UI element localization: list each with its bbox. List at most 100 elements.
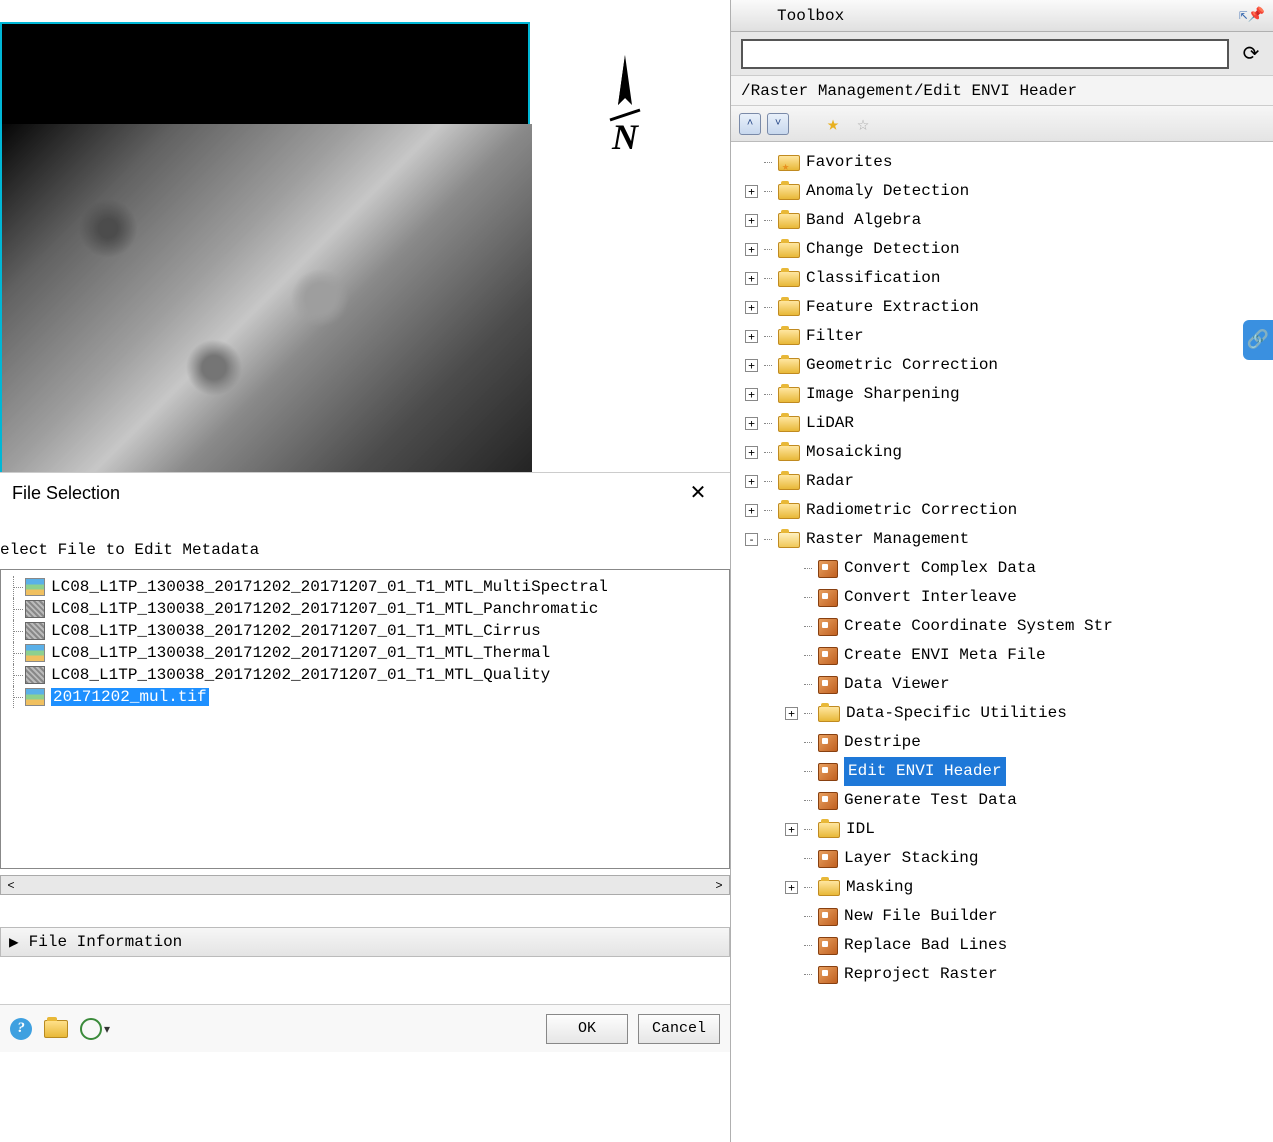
history-icon[interactable] [80,1018,102,1040]
pin-icon[interactable]: ⇱📌 [1239,7,1265,24]
search-input[interactable] [741,39,1229,69]
tree-item[interactable]: + Filter [735,322,1269,351]
tree-item[interactable]: +Feature Extraction [735,293,1269,322]
expand-icon[interactable]: + [785,881,798,894]
side-tab-icon[interactable]: 🔗 [1243,320,1273,360]
file-information-header[interactable]: ▶ File Information [0,927,730,957]
help-icon[interactable]: ? [10,1018,32,1040]
expand-icon[interactable]: + [785,707,798,720]
tree-item[interactable]: +Image Sharpening [735,380,1269,409]
expand-icon[interactable]: + [745,446,758,459]
tree-item[interactable]: +Change Detection [735,235,1269,264]
expand-icon[interactable]: + [745,504,758,517]
tree-item[interactable]: +LiDAR [735,409,1269,438]
expand-icon[interactable]: + [785,823,798,836]
folder-icon [778,503,800,519]
tree-item[interactable]: +Radar [735,467,1269,496]
expand-icon[interactable]: + [745,388,758,401]
toolbox-tree[interactable]: Favorites + Anomaly Detection+Band Algebra… [731,142,1273,1142]
file-list[interactable]: LC08_L1TP_130038_20171202_20171207_01_T1… [0,569,730,869]
list-item[interactable]: LC08_L1TP_130038_20171202_20171207_01_T1… [7,664,723,686]
dialog-subtitle: elect File to Edit Metadata [0,513,730,569]
tree-item[interactable]: Edit ENVI Header [735,757,1269,786]
tree-spacer [785,591,798,604]
cancel-button[interactable]: Cancel [638,1014,720,1044]
collapse-up-icon[interactable]: ˄ [739,113,761,135]
dialog-bottom-bar: ? OK Cancel [0,1004,730,1052]
tree-item[interactable]: +Geometric Correction [735,351,1269,380]
list-item[interactable]: LC08_L1TP_130038_20171202_20171207_01_T1… [7,598,723,620]
open-folder-icon[interactable] [44,1020,68,1038]
folder-icon [778,416,800,432]
file-selection-dialog: File Selection ✕ elect File to Edit Meta… [0,472,730,1052]
compass-icon: N [590,50,660,170]
tool-icon [818,908,838,926]
tree-spacer [785,562,798,575]
image-viewer[interactable] [0,22,530,472]
tree-item[interactable]: + Mosaicking [735,438,1269,467]
expand-down-icon[interactable]: ˅ [767,113,789,135]
collapse-icon[interactable]: - [745,533,758,546]
tree-item[interactable]: Create Coordinate System Str [735,612,1269,641]
list-item[interactable]: LC08_L1TP_130038_20171202_20171207_01_T1… [7,642,723,664]
tree-item[interactable]: + Classification [735,264,1269,293]
expand-icon[interactable]: + [745,330,758,343]
expand-icon[interactable]: + [745,272,758,285]
tree-item[interactable]: + Anomaly Detection [735,177,1269,206]
scroll-right-icon[interactable]: > [711,878,727,892]
toolbox-title: Toolbox [777,7,844,25]
tree-item[interactable]: + Radiometric Correction [735,496,1269,525]
tree-item[interactable]: +IDL [735,815,1269,844]
tree-item[interactable]: Convert Complex Data [735,554,1269,583]
list-item[interactable]: 20171202_mul.tif [7,686,723,708]
scroll-left-icon[interactable]: < [3,878,19,892]
tree-item[interactable]: +Data-Specific Utilities [735,699,1269,728]
favorite-add-icon[interactable]: ★ [821,112,845,136]
refresh-icon[interactable]: ⟳ [1239,42,1263,66]
tree-item[interactable]: Favorites [735,148,1269,177]
folder-icon [778,242,800,258]
list-item[interactable]: LC08_L1TP_130038_20171202_20171207_01_T1… [7,620,723,642]
tree-item-label: Reproject Raster [844,960,998,989]
file-icon [25,622,45,640]
tree-item-label: Classification [806,264,940,293]
expand-icon[interactable]: + [745,359,758,372]
tree-item-label: Radiometric Correction [806,496,1017,525]
expand-icon[interactable]: + [745,475,758,488]
tree-item-label: Mosaicking [806,438,902,467]
tree-item-label: Destripe [844,728,921,757]
list-item[interactable]: LC08_L1TP_130038_20171202_20171207_01_T1… [7,576,723,598]
favorite-gray-icon[interactable]: ☆ [851,112,875,136]
folder-icon [778,445,800,461]
tree-item-label: Replace Bad Lines [844,931,1007,960]
tree-item-label: New File Builder [844,902,998,931]
tool-icon [818,850,838,868]
tree-item[interactable]: Generate Test Data [735,786,1269,815]
tree-item[interactable]: Replace Bad Lines [735,931,1269,960]
tree-item-label: Filter [806,322,864,351]
toolbox-header: Toolbox ⇱📌 [731,0,1273,32]
tree-item[interactable]: Data Viewer [735,670,1269,699]
tree-item-label: Anomaly Detection [806,177,969,206]
expand-icon[interactable]: + [745,214,758,227]
expand-icon[interactable]: + [745,243,758,256]
close-icon[interactable]: ✕ [678,478,718,508]
tree-spacer [785,852,798,865]
folder-icon [778,358,800,374]
expand-icon[interactable]: + [745,417,758,430]
expand-icon[interactable]: + [745,185,758,198]
horizontal-scrollbar[interactable]: < > [0,875,730,895]
breadcrumb: /Raster Management/Edit ENVI Header [731,76,1273,106]
tree-item[interactable]: Layer Stacking [735,844,1269,873]
tree-item[interactable]: +Band Algebra [735,206,1269,235]
tree-item-label: Convert Interleave [844,583,1017,612]
expand-icon[interactable]: + [745,301,758,314]
tree-item[interactable]: -Raster Management [735,525,1269,554]
tree-item[interactable]: Reproject Raster [735,960,1269,989]
tree-item[interactable]: New File Builder [735,902,1269,931]
tree-item[interactable]: Destripe [735,728,1269,757]
tree-item[interactable]: Create ENVI Meta File [735,641,1269,670]
ok-button[interactable]: OK [546,1014,628,1044]
tree-item[interactable]: Convert Interleave [735,583,1269,612]
tree-item[interactable]: +Masking [735,873,1269,902]
